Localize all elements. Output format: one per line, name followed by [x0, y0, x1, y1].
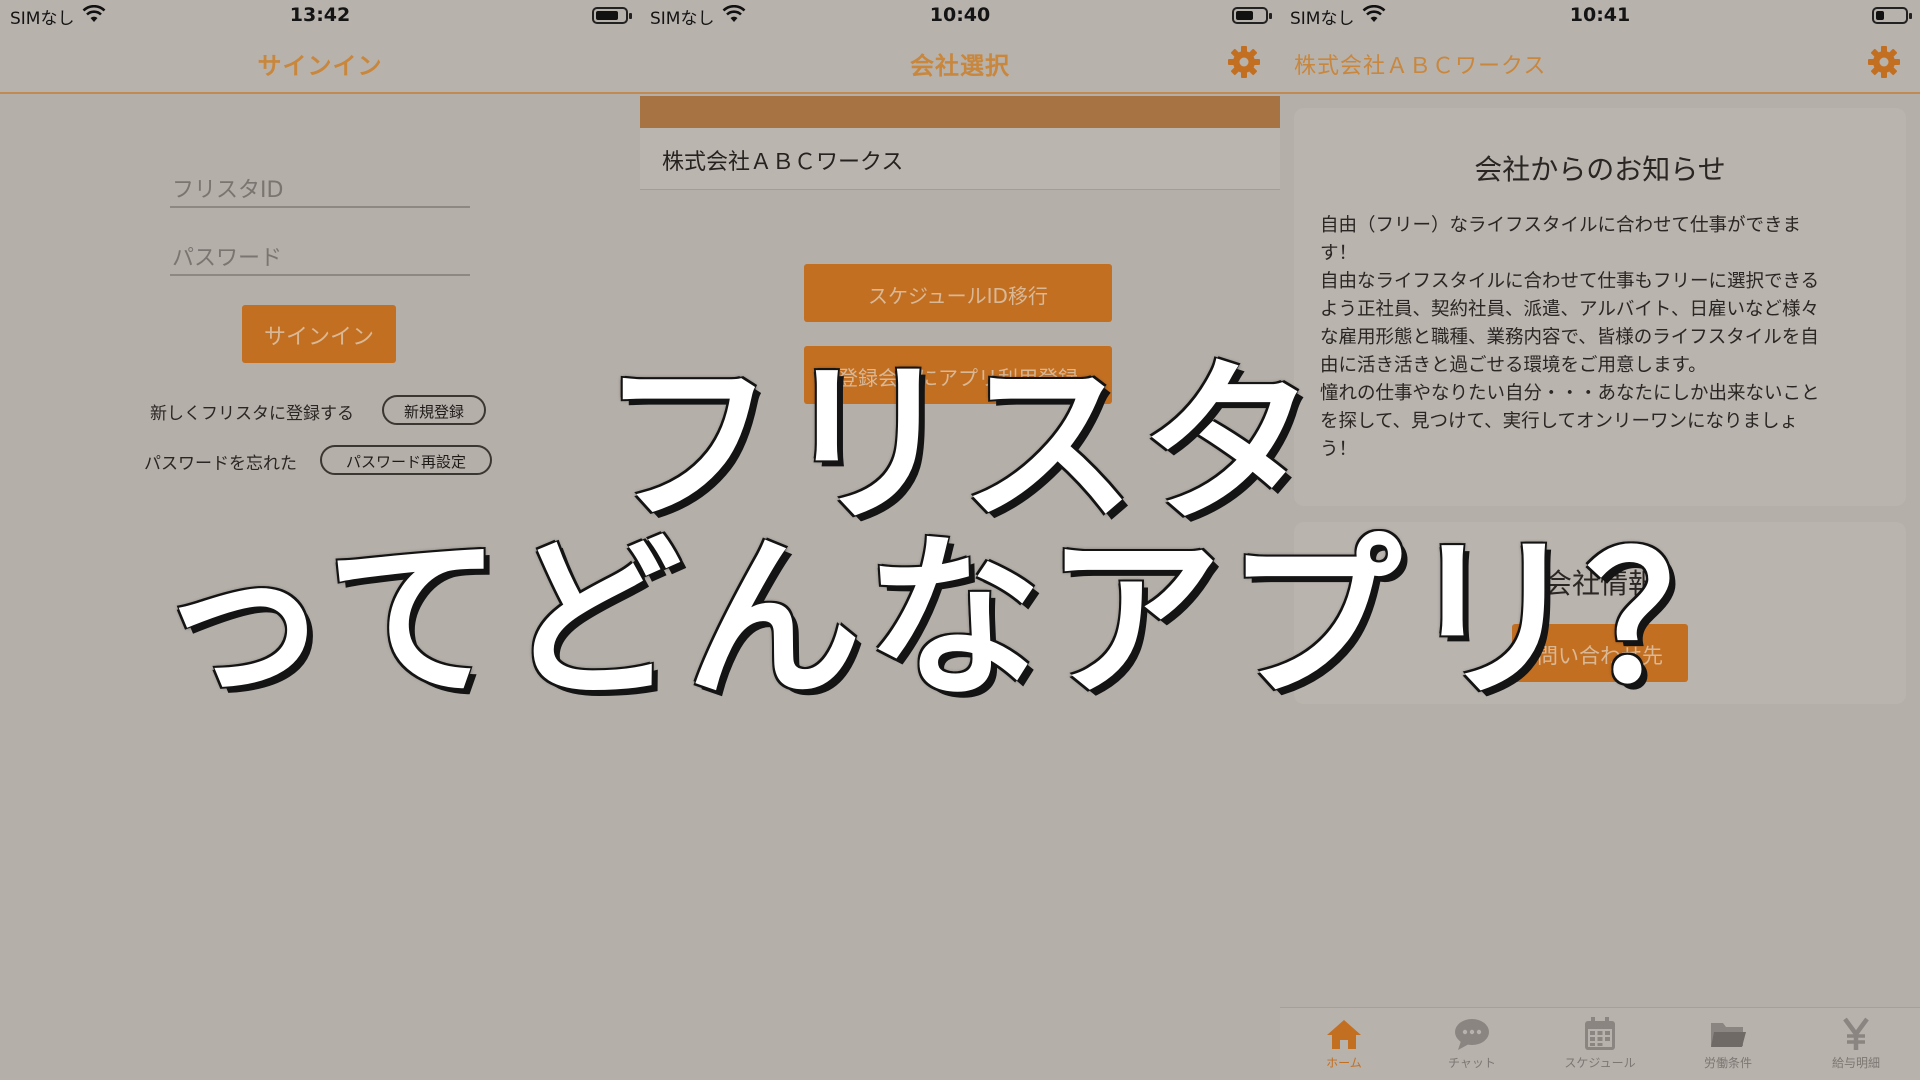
tab-home[interactable]: ホーム: [1280, 1016, 1408, 1071]
battery-fill: [1236, 11, 1253, 20]
status-bar: SIMなし 13:42: [0, 0, 640, 30]
id-field[interactable]: フリスタID: [170, 158, 470, 208]
tab-bar: ホーム チャット スケジュール 労働条件 給与明細: [1280, 1007, 1920, 1080]
battery-icon: [1232, 7, 1272, 24]
tab-label: 労働条件: [1703, 1056, 1752, 1070]
page-title: 会社選択: [910, 52, 1010, 80]
chat-icon: [1455, 1019, 1489, 1050]
gear-icon[interactable]: [1226, 44, 1262, 80]
notice-line: よう正社員、契約社員、派遣、アルバイト、日雇いなど様々: [1320, 299, 1819, 320]
status-bar: SIMなし 10:40: [640, 0, 1280, 30]
tab-payslip[interactable]: 給与明細: [1792, 1016, 1920, 1071]
page-title: 株式会社ＡＢＣワークス: [1294, 54, 1547, 79]
tab-label: 給与明細: [1831, 1056, 1880, 1070]
calendar-icon: [1585, 1017, 1615, 1050]
folder-icon: [1711, 1023, 1746, 1047]
page-title: サインイン: [257, 52, 383, 80]
header-strip: [640, 96, 1280, 128]
tab-schedule[interactable]: スケジュール: [1536, 1016, 1664, 1071]
notice-title: 会社からのお知らせ: [1474, 153, 1726, 186]
nav-bar: サインイン: [0, 30, 640, 94]
notice-line: な雇用形態と職種、業務内容で、皆様のライフスタイルを自: [1320, 327, 1819, 348]
tab-label: チャット: [1448, 1056, 1496, 1070]
nav-bar: 会社選択: [640, 30, 1280, 94]
tab-label: ホーム: [1326, 1056, 1362, 1070]
battery-icon: [592, 7, 632, 24]
status-bar: SIMなし 10:41: [1280, 0, 1920, 30]
clock: 10:41: [1569, 4, 1631, 26]
notice-line: 自由（フリー）なライフスタイルに合わせて仕事ができま: [1320, 215, 1802, 236]
yen-icon: [1843, 1017, 1869, 1050]
overlay-title-line-1: フリスタ: [599, 342, 1320, 547]
gear-icon[interactable]: [1866, 44, 1902, 80]
battery-fill: [1876, 11, 1884, 20]
clock: 10:40: [929, 4, 991, 26]
tab-chat[interactable]: チャット: [1408, 1016, 1536, 1071]
battery-fill: [596, 11, 618, 20]
password-field[interactable]: パスワード: [170, 226, 470, 276]
tab-working-conditions[interactable]: 労働条件: [1664, 1016, 1792, 1071]
notice-line: す！: [1320, 243, 1358, 264]
overlay-title-line-2: ってどんなアプリ？: [154, 517, 1766, 722]
nav-bar: 株式会社ＡＢＣワークス: [1280, 30, 1920, 94]
company-list-item[interactable]: 株式会社ＡＢＣワークス: [640, 128, 1280, 190]
clock: 13:42: [289, 4, 351, 26]
schedule-transfer-button[interactable]: スケジュールID移行: [804, 264, 1112, 322]
notice-line: 自由なライフスタイルに合わせて仕事もフリーに選択できる: [1320, 271, 1820, 292]
home-icon: [1327, 1020, 1361, 1049]
tab-label: スケジュール: [1564, 1056, 1636, 1070]
battery-icon: [1872, 7, 1912, 24]
